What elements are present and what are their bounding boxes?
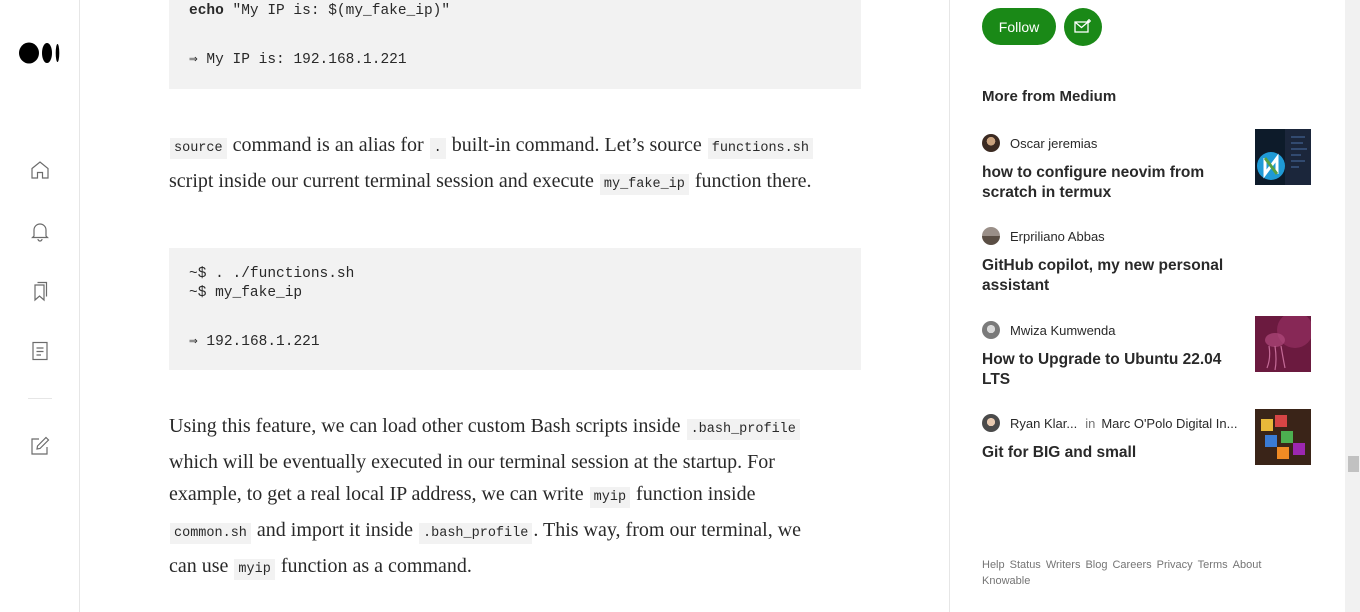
colorful-blocks-thumbnail[interactable] (1255, 409, 1311, 465)
paragraph-text: function as a command. (275, 555, 472, 577)
paragraph-line: script inside our current terminal sessi… (169, 163, 812, 203)
code-block: echo "My IP is: $(my_fake_ip)" ⇒ My IP i… (169, 0, 861, 89)
footer-link-about[interactable]: About (1233, 559, 1262, 571)
author-avatar (982, 414, 1000, 432)
author-avatar (982, 227, 1000, 245)
article-paragraph: Using this feature, we can load other cu… (169, 408, 869, 588)
inline-code: source (170, 138, 227, 159)
footer-link-terms[interactable]: Terms (1198, 559, 1228, 571)
footer-link-blog[interactable]: Blog (1085, 559, 1107, 571)
story-author-row: Erpriliano Abbas (982, 226, 1105, 246)
stories-icon[interactable] (28, 339, 52, 363)
story-author-row: Oscar jeremias (982, 133, 1097, 153)
paragraph-text: command is an alias for (227, 134, 429, 156)
scrollbar-thumb[interactable] (1348, 456, 1359, 472)
paragraph-line: which will be eventually executed in our… (169, 444, 775, 480)
right-sidebar: Follow More from Medium Oscar jeremias h… (950, 0, 1345, 612)
paragraph-line: can use myip function as a command. (169, 548, 472, 588)
article-paragraph: source command is an alias for . built-i… (169, 127, 869, 199)
code-line: echo "My IP is: $(my_fake_ip)" (189, 3, 450, 19)
code-line: ~$ . ./functions.sh (189, 266, 355, 282)
paragraph-line: common.sh and import it inside .bash_pro… (169, 512, 801, 552)
paragraph-text: example, to get a real local IP address,… (169, 483, 589, 505)
paragraph-text: Using this feature, we can load other cu… (169, 415, 686, 437)
inline-code: . (429, 138, 446, 159)
neovim-logo-thumbnail[interactable] (1255, 129, 1311, 185)
rail-divider (28, 398, 52, 399)
sidebar-footer: Help Status Writers Blog Careers Privacy Terms… (982, 557, 1302, 589)
paragraph-text: which will be eventually executed in our… (169, 451, 775, 473)
home-icon[interactable] (28, 158, 52, 182)
subscribe-mail-icon (1074, 19, 1091, 33)
footer-link-knowable[interactable]: Knowable (982, 575, 1030, 587)
footer-link-careers[interactable]: Careers (1112, 559, 1151, 571)
in-label: in (1085, 415, 1096, 431)
footer-link-help[interactable]: Help (982, 559, 1005, 571)
publication-name[interactable]: Marc O'Polo Digital In... (1101, 416, 1237, 431)
paragraph-line: example, to get a real local IP address,… (169, 476, 755, 516)
paragraph-text: and import it inside (251, 519, 419, 541)
inline-code: functions.sh (707, 138, 813, 159)
story-title[interactable]: How to Upgrade to Ubuntu 22.04 LTS (982, 350, 1237, 390)
author-avatar (982, 321, 1000, 339)
footer-link-status[interactable]: Status (1010, 559, 1041, 571)
code-keyword: echo (189, 3, 224, 19)
author-name[interactable]: Mwiza Kumwenda (1010, 323, 1116, 338)
paragraph-text: can use (169, 555, 234, 577)
paragraph-text: script inside our current terminal sessi… (169, 170, 599, 192)
inline-code: myip (589, 487, 631, 508)
story-title[interactable]: GitHub copilot, my new personal assistan… (982, 256, 1237, 296)
medium-logo[interactable] (19, 42, 61, 64)
paragraph-text: built-in command. Let’s source (446, 134, 707, 156)
code-block: ~$ . ./functions.sh ~$ my_fake_ip ⇒ 192.… (169, 248, 861, 370)
story-author-row: Ryan Klar... in Marc O'Polo Digital In..… (982, 413, 1237, 433)
paragraph-text: function inside (631, 483, 756, 505)
article-body: echo "My IP is: $(my_fake_ip)" ⇒ My IP i… (80, 0, 950, 612)
paragraph-line: source command is an alias for . built-i… (169, 127, 814, 167)
subscribe-button[interactable] (1064, 8, 1102, 46)
inline-code: .bash_profile (686, 419, 800, 440)
follow-button[interactable]: Follow (982, 8, 1056, 45)
more-from-medium-heading: More from Medium (982, 88, 1117, 105)
paragraph-text: . This way, from our terminal, we (533, 519, 802, 541)
ubuntu-jellyfish-thumbnail[interactable] (1255, 316, 1311, 372)
left-nav-rail (0, 0, 80, 612)
author-name[interactable]: Ryan Klar... (1010, 416, 1077, 431)
inline-code: common.sh (170, 523, 251, 544)
page-scrollbar[interactable] (1345, 0, 1360, 612)
footer-link-privacy[interactable]: Privacy (1157, 559, 1193, 571)
author-name[interactable]: Oscar jeremias (1010, 136, 1097, 151)
code-text: "My IP is: $(my_fake_ip)" (223, 3, 451, 19)
author-name[interactable]: Erpriliano Abbas (1010, 229, 1105, 244)
story-title[interactable]: Git for BIG and small (982, 443, 1237, 463)
code-output-line: ⇒ My IP is: 192.168.1.221 (189, 52, 407, 68)
code-output-line: ⇒ 192.168.1.221 (189, 334, 320, 350)
bookmarks-icon[interactable] (28, 279, 52, 303)
code-line: ~$ my_fake_ip (189, 285, 303, 301)
inline-code: .bash_profile (419, 523, 533, 544)
inline-code: myip (234, 559, 275, 580)
inline-code: my_fake_ip (599, 174, 689, 195)
paragraph-text: function there. (689, 170, 812, 192)
bell-icon[interactable] (28, 219, 52, 243)
write-icon[interactable] (28, 434, 52, 458)
author-avatar (982, 134, 1000, 152)
paragraph-line: Using this feature, we can load other cu… (169, 408, 801, 448)
story-author-row: Mwiza Kumwenda (982, 320, 1116, 340)
story-title[interactable]: how to configure neovim from scratch in … (982, 163, 1237, 203)
footer-link-writers[interactable]: Writers (1046, 559, 1081, 571)
